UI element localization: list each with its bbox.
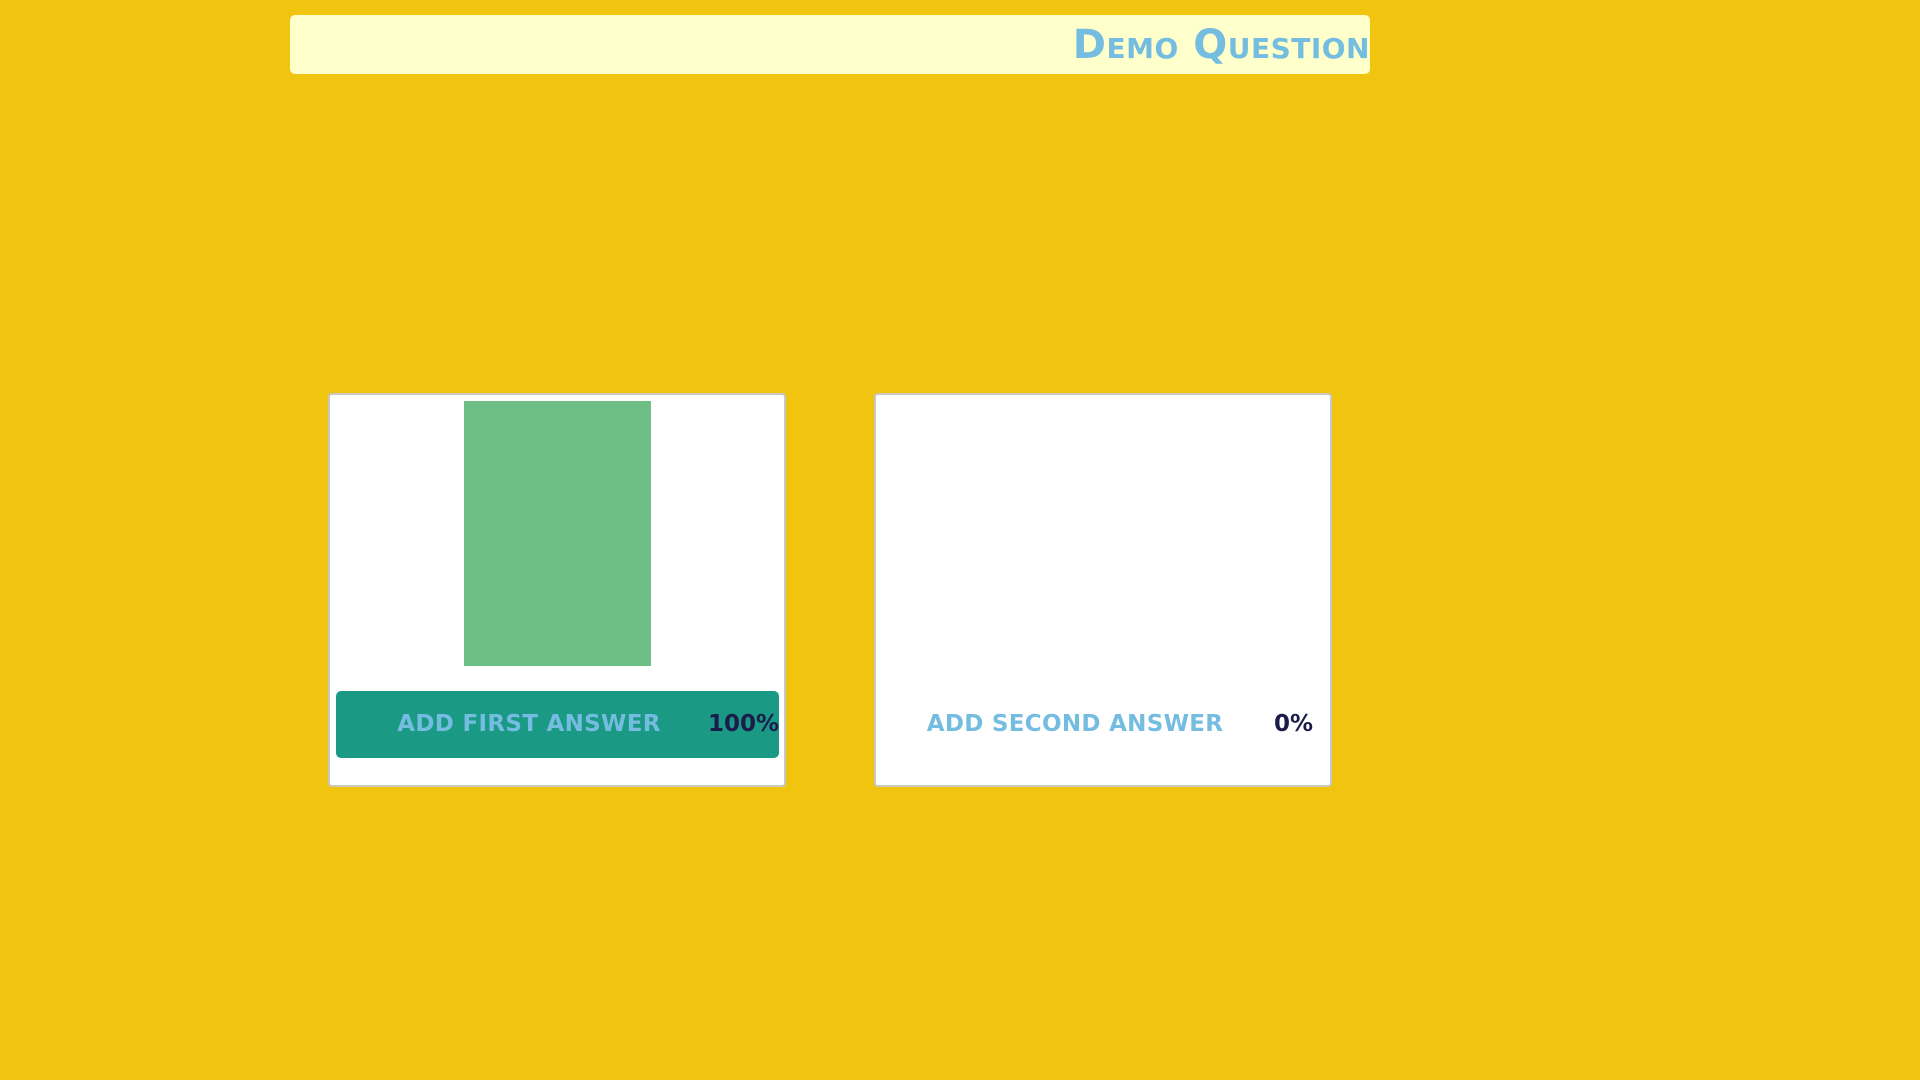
answer-percent-second: 0%: [1273, 711, 1313, 737]
answer-card-second: Add second answer 0%: [874, 393, 1332, 787]
answer-percent-first: 100%: [707, 711, 779, 737]
answer-label-second: Add second answer: [926, 711, 1224, 737]
vote-chart-first: [336, 401, 778, 666]
answer-card-first: Add first answer 100%: [328, 393, 786, 787]
question-title: Demo Question: [1072, 22, 1370, 68]
answer-button-second[interactable]: Add second answer 0%: [882, 691, 1325, 758]
poll-screen: { "question": { "title": "Demo Question"…: [0, 0, 1920, 1080]
vote-chart-second: [882, 401, 1324, 666]
answer-label-first: Add first answer: [397, 711, 661, 737]
vote-bar-first: [464, 401, 651, 666]
answer-button-first[interactable]: Add first answer 100%: [336, 691, 779, 758]
question-bar: Demo Question: [290, 15, 1370, 74]
